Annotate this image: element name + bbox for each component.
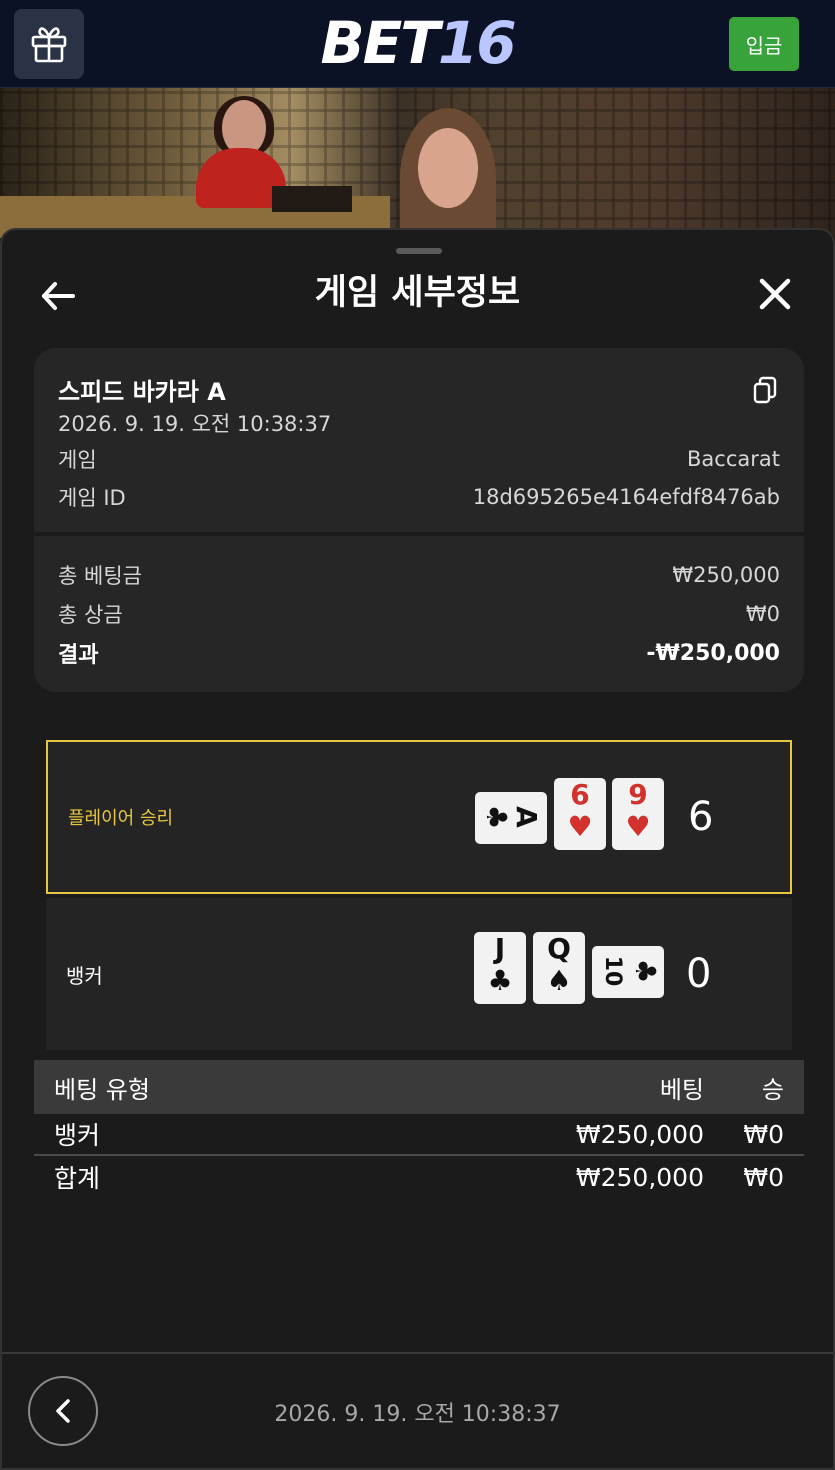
game-info-section: 스피드 바카라 A 2026. 9. 19. 오전 10:38:37 게임 Ba… — [34, 348, 804, 532]
game-id-value[interactable]: 18d695265e4164efdf8476ab — [473, 485, 780, 509]
table-row-total: 합계 ₩250,000 ₩0 — [34, 1156, 804, 1198]
footer-divider — [2, 1352, 833, 1354]
game-type-value: Baccarat — [687, 447, 780, 471]
bet-type-cell: 뱅커 — [54, 1121, 101, 1150]
brand-logo[interactable]: BET16 — [0, 10, 835, 76]
total-bet-label: 총 베팅금 — [58, 564, 142, 588]
sheet-title: 게임 세부정보 — [314, 273, 521, 313]
total-prize-row: 총 상금 ₩0 — [58, 599, 780, 629]
sheet-header: 게임 세부정보 — [2, 268, 833, 320]
card-suit: ♥ — [567, 810, 593, 843]
playing-card: J ♣ — [474, 932, 526, 1004]
bets-table-header: 베팅 유형 베팅 승 — [34, 1060, 804, 1114]
total-bet-value: ₩250,000 — [672, 563, 780, 587]
player-score: 6 — [688, 794, 714, 840]
bet-amount-cell: ₩250,000 — [575, 1162, 704, 1192]
game-info-card: 스피드 바카라 A 2026. 9. 19. 오전 10:38:37 게임 Ba… — [34, 348, 804, 692]
player-hand-label: 플레이어 승리 — [68, 808, 174, 829]
game-id-row: 게임 ID 18d695265e4164efdf8476ab — [58, 482, 780, 512]
card-rank: 6 — [570, 778, 590, 811]
card-rank: 9 — [628, 778, 648, 811]
card-suit: ♣ — [487, 964, 513, 997]
drag-handle[interactable] — [396, 248, 442, 254]
game-datetime: 2026. 9. 19. 오전 10:38:37 — [58, 412, 332, 436]
game-name: 스피드 바카라 A — [58, 378, 226, 406]
top-bar: BET16 입금 — [0, 0, 835, 88]
banker-score: 0 — [686, 951, 712, 997]
win-amount-cell: ₩0 — [743, 1162, 784, 1192]
live-video-background — [0, 88, 835, 238]
card-suit: ♣ — [480, 804, 513, 830]
table-row: 뱅커 ₩250,000 ₩0 — [34, 1114, 804, 1156]
playing-card: ♣ 10 — [592, 946, 664, 998]
column-header-win: 승 — [761, 1075, 784, 1104]
result-value: -₩250,000 — [646, 640, 780, 666]
divider — [34, 532, 804, 536]
game-details-sheet: 게임 세부정보 스피드 바카라 A 2026. 9. 19. 오전 10:38:… — [0, 228, 835, 1470]
card-suit: ♥ — [625, 810, 651, 843]
total-prize-value: ₩0 — [745, 602, 780, 626]
banker-hand: 뱅커 J ♣ Q ♠ ♣ 10 0 — [46, 898, 792, 1050]
win-amount-cell: ₩0 — [743, 1119, 784, 1149]
player-hand: 플레이어 승리 ♣ A 6 ♥ 9 ♥ 6 — [46, 740, 792, 894]
footer-datetime: 2026. 9. 19. 오전 10:38:37 — [274, 1402, 561, 1427]
card-shoe — [272, 186, 352, 212]
result-label: 결과 — [58, 643, 99, 668]
card-rank: Q — [547, 932, 571, 965]
bets-table: 베팅 유형 베팅 승 뱅커 ₩250,000 ₩0 합계 ₩250,000 ₩0 — [34, 1060, 804, 1198]
close-button[interactable] — [755, 274, 795, 314]
logo-text-bet: BET — [320, 9, 439, 77]
card-rank: J — [494, 932, 506, 965]
game-id-label: 게임 ID — [58, 486, 126, 510]
playing-card: 6 ♥ — [554, 778, 606, 850]
card-suit: ♠ — [546, 964, 572, 997]
total-prize-label: 총 상금 — [58, 603, 123, 627]
copy-icon — [753, 376, 777, 404]
dealer-figure — [418, 128, 478, 208]
card-rank: 10 — [600, 955, 625, 987]
card-suit: ♣ — [629, 958, 662, 984]
bet-type-cell: 합계 — [54, 1164, 101, 1193]
column-header-bet: 베팅 — [659, 1075, 704, 1104]
result-row: 결과 -₩250,000 — [58, 638, 780, 669]
column-header-bet-type: 베팅 유형 — [54, 1075, 150, 1104]
total-bet-row: 총 베팅금 ₩250,000 — [58, 560, 780, 590]
playing-card: 9 ♥ — [612, 778, 664, 850]
playing-card: Q ♠ — [533, 932, 585, 1004]
game-type-label: 게임 — [58, 448, 97, 472]
card-rank: A — [510, 806, 543, 828]
playing-card: ♣ A — [475, 792, 547, 844]
close-icon — [759, 278, 791, 310]
deposit-button[interactable]: 입금 — [729, 17, 799, 71]
banker-hand-label: 뱅커 — [66, 963, 103, 988]
game-type-row: 게임 Baccarat — [58, 444, 780, 474]
logo-text-16: 16 — [437, 9, 517, 77]
copy-button[interactable] — [752, 376, 778, 404]
bet-amount-cell: ₩250,000 — [575, 1119, 704, 1149]
